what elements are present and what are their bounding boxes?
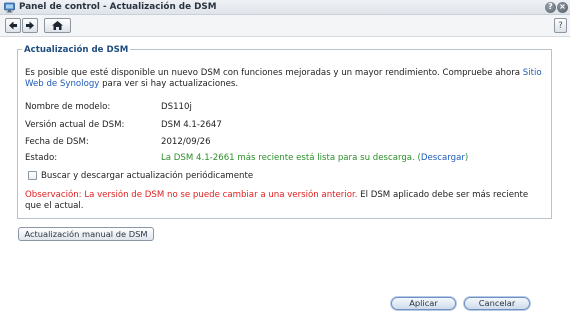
dsm-date-value: 2012/09/26 bbox=[161, 137, 211, 147]
periodic-update-checkbox[interactable] bbox=[28, 171, 37, 180]
model-name-value: DS110j bbox=[161, 102, 192, 112]
forward-button[interactable] bbox=[22, 18, 38, 33]
status-label: Estado: bbox=[25, 153, 58, 163]
intro-text-main: Es posible que esté disponible un nuevo … bbox=[25, 68, 523, 78]
title-bar: Panel de control - Actualización de DSM … bbox=[0, 0, 570, 15]
status-value: La DSM 4.1-2661 más reciente está lista … bbox=[161, 153, 468, 163]
download-link[interactable]: Descargar bbox=[421, 153, 465, 163]
status-paren-close: ) bbox=[464, 153, 469, 163]
window-close-button[interactable]: × bbox=[557, 2, 568, 13]
apply-button[interactable]: Aplicar bbox=[391, 297, 456, 310]
toolbar-help-button[interactable]: ? bbox=[554, 18, 567, 33]
dsm-date-label: Fecha de DSM: bbox=[25, 137, 89, 147]
help-glyph: ? bbox=[548, 2, 553, 11]
note-warning: Observación: La versión de DSM no se pue… bbox=[25, 190, 358, 200]
home-icon bbox=[52, 21, 63, 30]
intro-text: Es posible que esté disponible un nuevo … bbox=[25, 68, 547, 90]
window-help-button[interactable]: ? bbox=[545, 2, 556, 13]
section-legend: Actualización de DSM bbox=[22, 45, 131, 55]
periodic-update-label[interactable]: Buscar y descargar actualización periódi… bbox=[41, 171, 253, 181]
dsm-version-label: Versión actual de DSM: bbox=[25, 120, 125, 130]
close-icon: × bbox=[559, 2, 566, 11]
model-name-label: Nombre de modelo: bbox=[25, 102, 111, 112]
back-button[interactable] bbox=[5, 18, 21, 33]
toolbar: ? bbox=[0, 15, 570, 37]
window-title: Panel de control - Actualización de DSM bbox=[19, 2, 217, 12]
intro-text-suffix: para ver si hay actualizaciones. bbox=[99, 79, 239, 89]
control-panel-icon bbox=[4, 2, 15, 13]
cancel-button[interactable]: Cancelar bbox=[464, 297, 530, 310]
arrow-right-icon bbox=[26, 21, 34, 30]
status-text: La DSM 4.1-2661 más reciente está lista … bbox=[161, 153, 415, 163]
downgrade-note: Observación: La versión de DSM no se pue… bbox=[25, 190, 547, 212]
arrow-left-icon bbox=[9, 21, 17, 30]
dsm-version-value: DSM 4.1-2647 bbox=[161, 120, 222, 130]
dsm-update-section: Actualización de DSM Es posible que esté… bbox=[17, 45, 552, 219]
manual-update-button[interactable]: Actualización manual de DSM bbox=[18, 227, 154, 241]
help-glyph: ? bbox=[558, 21, 563, 31]
home-button[interactable] bbox=[44, 18, 71, 33]
